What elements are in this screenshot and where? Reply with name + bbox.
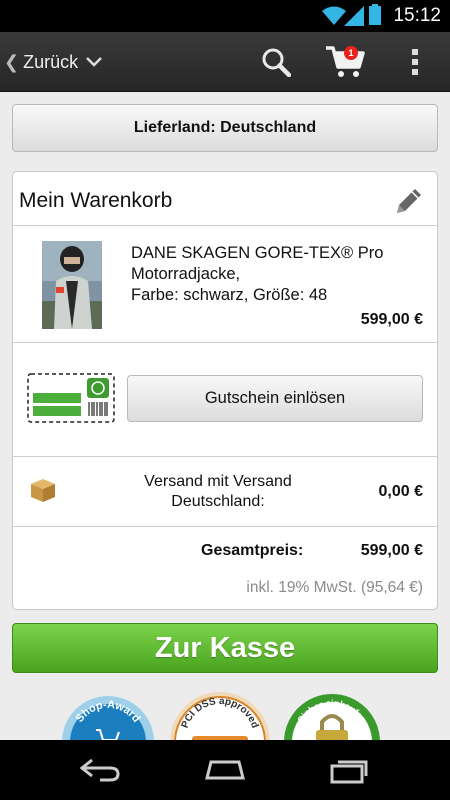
overflow-menu-icon bbox=[412, 49, 418, 75]
secure-shopping-badge[interactable]: Sicher einkaufen bbox=[282, 690, 382, 740]
edit-cart-button[interactable] bbox=[393, 185, 425, 222]
shipping-price: 0,00 € bbox=[378, 483, 423, 500]
battery-icon bbox=[369, 4, 381, 25]
divider bbox=[13, 225, 437, 226]
shipping-label-line: Deutschland: bbox=[171, 493, 265, 510]
shop-award-badge[interactable]: Shop-Award bbox=[60, 690, 160, 740]
overflow-menu-button[interactable] bbox=[400, 32, 430, 92]
trust-badges: Shop-Award PCI DSS approved Sicher einka… bbox=[0, 690, 450, 740]
back-arrow-icon bbox=[79, 758, 120, 782]
action-bar: ❮ Zurück 1 bbox=[0, 32, 450, 92]
divider bbox=[13, 456, 437, 457]
checkout-button[interactable]: Zur Kasse bbox=[12, 623, 438, 673]
product-price: 599,00 € bbox=[360, 311, 423, 328]
cart-card: Mein Warenkorb DANE SKAGEN GORE-TEX® Pro… bbox=[12, 171, 438, 610]
cart-title: Mein Warenkorb bbox=[19, 189, 173, 212]
home-icon bbox=[205, 760, 245, 780]
divider bbox=[13, 342, 437, 343]
vat-note: inkl. 19% MwSt. (95,64 €) bbox=[246, 579, 423, 596]
nav-back-button[interactable] bbox=[60, 740, 140, 800]
total-price: 599,00 € bbox=[360, 542, 423, 559]
pencil-icon bbox=[397, 189, 421, 213]
shipping-label-line: Versand mit Versand bbox=[144, 473, 292, 490]
search-icon bbox=[262, 48, 291, 77]
recent-apps-icon bbox=[330, 760, 368, 784]
back-button[interactable]: ❮ Zurück bbox=[4, 32, 102, 92]
back-label: Zurück bbox=[23, 51, 79, 72]
search-button[interactable] bbox=[256, 32, 296, 92]
divider bbox=[13, 526, 437, 527]
delivery-country-button[interactable]: Lieferland: Deutschland bbox=[12, 104, 438, 152]
cart-button[interactable]: 1 bbox=[322, 32, 368, 92]
nav-recent-apps-button[interactable] bbox=[310, 740, 390, 800]
status-bar: 15:12 bbox=[0, 0, 450, 32]
total-label: Gesamtpreis: bbox=[201, 542, 304, 559]
wifi-icon bbox=[322, 6, 346, 25]
clock: 15:12 bbox=[393, 5, 441, 26]
product-image[interactable] bbox=[42, 241, 102, 329]
navigation-bar bbox=[0, 740, 450, 800]
product-variant: Farbe: schwarz, Größe: 48 bbox=[131, 286, 328, 304]
shipping-label: Versand mit Versand Deutschland: bbox=[113, 472, 323, 512]
product-name-line: DANE SKAGEN GORE-TEX® Pro bbox=[131, 244, 384, 262]
package-icon bbox=[31, 479, 55, 502]
redeem-voucher-button[interactable]: Gutschein einlösen bbox=[127, 375, 423, 422]
chevron-down-icon bbox=[86, 57, 102, 67]
chevron-left-icon: ❮ bbox=[4, 51, 20, 72]
cart-count-badge: 1 bbox=[344, 46, 358, 60]
pci-dss-badge[interactable]: PCI DSS approved bbox=[168, 690, 272, 740]
signal-icon bbox=[344, 6, 364, 26]
product-name[interactable]: DANE SKAGEN GORE-TEX® Pro Motorradjacke,… bbox=[131, 243, 421, 306]
nav-home-button[interactable] bbox=[185, 740, 265, 800]
voucher-icon bbox=[27, 373, 115, 423]
product-name-line: Motorradjacke, bbox=[131, 265, 241, 283]
